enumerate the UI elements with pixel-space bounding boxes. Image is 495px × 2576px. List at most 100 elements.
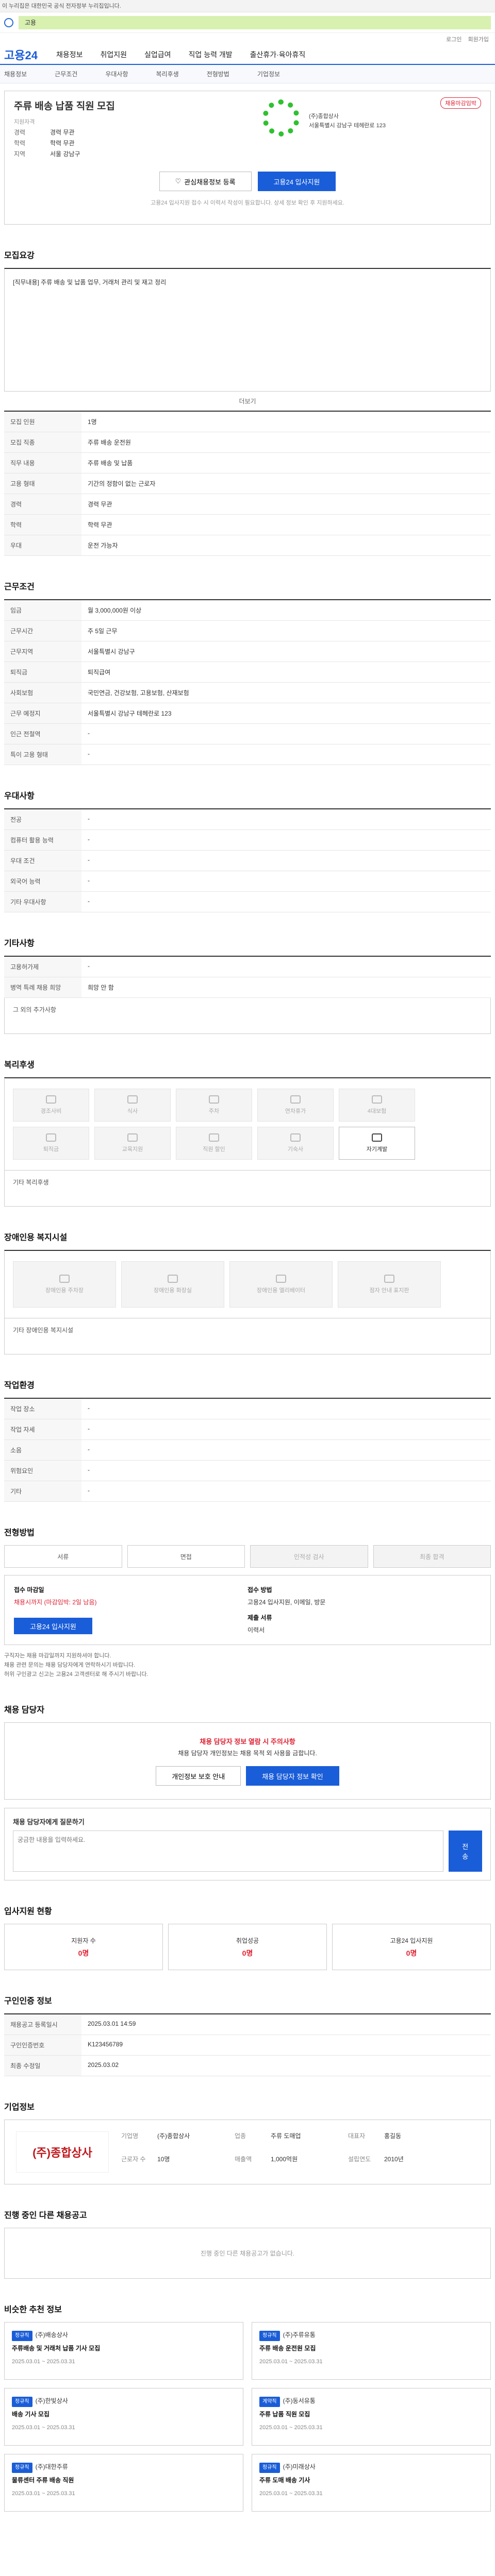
section-title: 비슷한 추천 정보 [4, 2306, 62, 2314]
step-item: 서류 [4, 1545, 122, 1568]
row-label: 우대 [4, 535, 81, 556]
row-value: 경력 무관 [81, 494, 491, 515]
section-title: 구인인증 정보 [4, 1997, 52, 2006]
job-type-badge: 정규직 [12, 2463, 32, 2473]
more-button[interactable]: 더보기 [4, 392, 491, 411]
corp-field-value: 주류 도매업 [271, 2132, 301, 2140]
section-title: 장애인용 복지시설 [4, 1233, 68, 1242]
company-address: 서울특별시 강남구 테헤란로 123 [309, 123, 386, 129]
row-label: 학력 [4, 514, 81, 535]
welfare-item: 4대보험 [339, 1089, 415, 1122]
row-value: - [81, 809, 491, 830]
tab-prefer[interactable]: 우대사항 [105, 70, 128, 78]
row-label: 사회보험 [4, 682, 81, 703]
corp-field-value: 2010년 [384, 2156, 404, 2163]
process-steps: 서류 면접 인적성 검사 최종 합격 [4, 1545, 491, 1568]
row-value: 주류 배송 운전원 [81, 432, 491, 453]
row-label: 소음 [4, 1439, 81, 1461]
row-value: 주류 배송 및 납품 [81, 452, 491, 473]
gnb-item[interactable]: 출산휴가·육아휴직 [250, 49, 306, 60]
scrap-button[interactable]: ♡ 관심채용정보 등록 [159, 172, 252, 191]
corp-field-label: 매출액 [235, 2156, 252, 2163]
apply-button-2[interactable]: 고용24 입사지원 [14, 1618, 92, 1634]
disabled-item: 점자 안내 표지판 [338, 1261, 441, 1308]
gnb-item[interactable]: 실업급여 [144, 49, 171, 60]
field-key: 학력 [14, 140, 26, 147]
info-table: 채용공고 등록일시 2025.03.01 14:59 구인인증번호 K12345678… [4, 2013, 491, 2076]
utility-nav: 로그인 회원가입 [0, 33, 495, 45]
row-label: 고용 형태 [4, 473, 81, 494]
apply-button[interactable]: 고용24 입사지원 [257, 172, 336, 191]
gnb-item[interactable]: 채용정보 [56, 49, 83, 60]
row-value: 기간의 정함이 없는 근로자 [81, 473, 491, 494]
recommend-item[interactable]: 정규직 (주)한빛상사 배송 기사 모집 2025.03.01 ~ 2025.03.3… [4, 2388, 243, 2446]
status-badge: 채용마감임박 [440, 97, 481, 109]
table-row: 학력 학력 무관 [4, 514, 491, 535]
table-row: 근무 예정지 서울특별시 강남구 테헤란로 123 [4, 703, 491, 724]
gnb-item[interactable]: 취업지원 [100, 49, 127, 60]
summary-section: 모집요강 [직무내용] 주류 배송 및 납품 업무, 거래처 관리 및 재고 정… [4, 248, 491, 556]
job-title: 주류 배송 운전원 모집 [259, 2345, 316, 2352]
job-title: 배송 기사 모집 [12, 2411, 50, 2418]
welfare-item: 주차 [176, 1089, 252, 1122]
qa-box: 채용 담당자에게 질문하기 전송 [4, 1808, 491, 1880]
job-type-badge: 정규직 [259, 2463, 280, 2473]
recommend-item[interactable]: 계약직 (주)동서유통 주류 납품 직원 모집 2025.03.01 ~ 2025.0… [252, 2388, 491, 2446]
row-value: 국민연금, 건강보험, 고용보험, 산재보험 [81, 682, 491, 703]
process-method: 접수 마감일 채용시까지 (마감임박: 2일 남음) 고용24 입사지원 접수 방… [4, 1575, 491, 1645]
row-label: 외국어 능력 [4, 871, 81, 892]
step-item: 인적성 검사 [250, 1545, 368, 1568]
conditions-section: 근무조건 임금 월 3,000,000원 이상 근무시간 주 5일 근무 근무지역 서울특… [4, 580, 491, 765]
row-value: - [81, 1419, 491, 1440]
site-logo[interactable]: 고용24 [4, 46, 38, 63]
welfare-item: 퇴직금 [13, 1127, 89, 1160]
tab-welfare[interactable]: 복리후생 [156, 70, 179, 78]
stat-card: 고용24 입사지원 0명 [332, 1924, 491, 1970]
tab-recruit[interactable]: 채용정보 [4, 70, 27, 78]
job-type-badge: 정규직 [259, 2331, 280, 2341]
date-range: 2025.03.01 ~ 2025.03.31 [12, 2359, 75, 2365]
send-button[interactable]: 전송 [448, 1831, 482, 1872]
welfare-grid: 경조사비 식사 주차 연차휴가 4대보험 퇴직금 교육지원 직원 할인 기숙사 자기계발 [4, 1077, 491, 1171]
alert-title: 채용 담당자 정보 열람 시 주의사항 [200, 1738, 295, 1745]
welfare-icon [127, 1095, 138, 1104]
row-value: 월 3,000,000원 이상 [81, 600, 491, 621]
signup-link[interactable]: 회원가입 [468, 35, 489, 43]
table-row: 인근 전철역 - [4, 723, 491, 744]
privacy-button[interactable]: 개인정보 보호 안내 [156, 1766, 241, 1786]
row-label: 구인인증번호 [4, 2035, 81, 2056]
search-icon[interactable] [4, 18, 13, 27]
welfare-item: 자기계발 [339, 1127, 415, 1160]
welfare-item: 기숙사 [257, 1127, 334, 1160]
etc-desc: 그 외의 추가사항 [4, 998, 491, 1034]
question-input[interactable] [13, 1831, 443, 1872]
table-row: 고용 형태 기간의 정함이 없는 근로자 [4, 473, 491, 494]
process-section: 전형방법 서류 면접 인적성 검사 최종 합격 접수 마감일 채용시까지 (마감임… [4, 1526, 491, 1679]
recommend-item[interactable]: 정규직 (주)배송상사 주류배송 및 거래처 납품 기사 모집 2025.03.01 … [4, 2322, 243, 2380]
job-title: 주류 도매 배송 기사 [259, 2477, 310, 2484]
row-value: 서울특별시 강남구 [81, 641, 491, 662]
table-row: 근무시간 주 5일 근무 [4, 620, 491, 641]
empty-message: 진행 중인 다른 채용공고가 없습니다. [4, 2228, 491, 2279]
tab-process[interactable]: 전형방법 [207, 70, 229, 78]
others-section: 진행 중인 다른 채용공고 진행 중인 다른 채용공고가 없습니다. [4, 2208, 491, 2279]
recommend-item[interactable]: 정규직 (주)미래상사 주류 도매 배송 기사 2025.03.01 ~ 2025.0… [252, 2454, 491, 2512]
field-key: 지역 [14, 150, 26, 158]
recommend-item[interactable]: 정규직 (주)주류유통 주류 배송 운전원 모집 2025.03.01 ~ 2025.… [252, 2322, 491, 2380]
recommend-item[interactable]: 정규직 (주)대한주류 물류센터 주류 배송 직원 2025.03.01 ~ 2025… [4, 2454, 243, 2512]
search-input[interactable]: 고용 [19, 15, 491, 29]
corp-field-value: 10명 [157, 2156, 170, 2163]
table-row: 사회보험 국민연금, 건강보험, 고용보험, 산재보험 [4, 682, 491, 703]
row-value: 희망 안 함 [81, 977, 491, 998]
gnb-item[interactable]: 직업 능력 개발 [189, 49, 233, 60]
row-label: 근무시간 [4, 620, 81, 641]
row-value: - [81, 744, 491, 765]
login-link[interactable]: 로그인 [446, 35, 461, 43]
table-row: 특이 고용 형태 - [4, 744, 491, 765]
table-row: 기타 우대사항 - [4, 891, 491, 912]
show-contact-button[interactable]: 채용 담당자 정보 확인 [246, 1766, 339, 1786]
tab-conditions[interactable]: 근무조건 [55, 70, 77, 78]
tab-company[interactable]: 기업정보 [257, 70, 280, 78]
company-name: (주)종합상사 [309, 113, 339, 120]
job-title: 물류센터 주류 배송 직원 [12, 2477, 74, 2484]
